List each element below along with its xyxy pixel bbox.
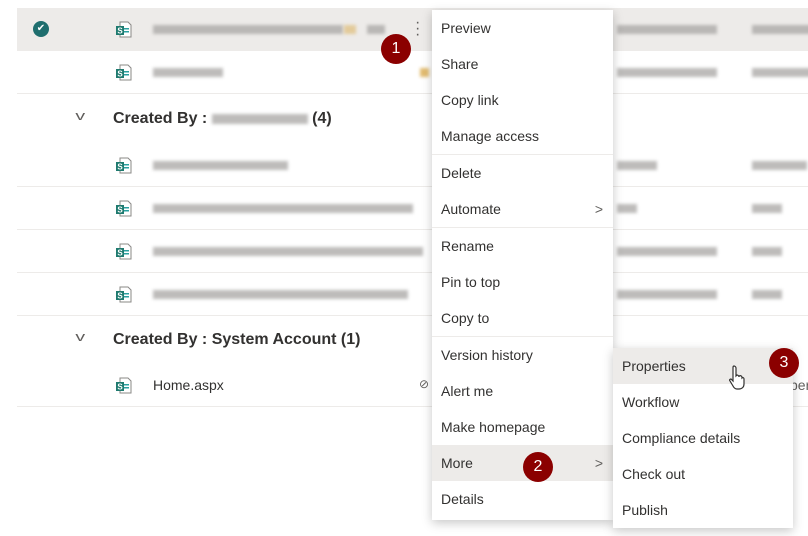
- file-row[interactable]: [17, 51, 808, 94]
- menu-item-make-homepage[interactable]: Make homepage: [432, 409, 613, 445]
- menu-item-copy-to[interactable]: Copy to: [432, 300, 613, 336]
- chevron-right-icon: >: [594, 455, 603, 471]
- chevron-down-icon[interactable]: v: [75, 329, 85, 344]
- menu-item-share[interactable]: Share: [432, 46, 613, 82]
- submenu-item-properties[interactable]: Properties: [613, 348, 793, 384]
- step-badge-1: 1: [381, 34, 411, 64]
- file-row[interactable]: ✔ · · ·: [17, 8, 808, 51]
- redacted-filename: [153, 247, 423, 256]
- sharepoint-page-icon: [115, 64, 132, 81]
- step-badge-3: 3: [769, 348, 799, 378]
- context-menu: Preview Share Copy link Manage access De…: [432, 10, 613, 520]
- sharepoint-page-icon: [115, 286, 132, 303]
- group-label: Created By :: [113, 110, 212, 127]
- redacted-filename: [153, 25, 343, 34]
- redacted-filename: [153, 204, 413, 213]
- menu-item-details[interactable]: Details: [432, 481, 613, 517]
- menu-item-pin-to-top[interactable]: Pin to top: [432, 264, 613, 300]
- sharepoint-page-icon: [115, 21, 132, 38]
- submenu-item-check-out[interactable]: Check out: [613, 456, 793, 492]
- book-icon: [420, 68, 429, 77]
- group-count: (1): [340, 331, 361, 348]
- sharepoint-page-icon: [115, 243, 132, 260]
- redacted-filename: [153, 290, 408, 299]
- menu-item-manage-access[interactable]: Manage access: [432, 118, 613, 154]
- label: Automate: [441, 201, 501, 217]
- redacted-icon: [367, 25, 385, 34]
- sharepoint-page-icon: [115, 377, 132, 394]
- submenu-item-compliance-details[interactable]: Compliance details: [613, 420, 793, 456]
- menu-item-copy-link[interactable]: Copy link: [432, 82, 613, 118]
- chevron-down-icon[interactable]: v: [75, 108, 85, 123]
- file-row[interactable]: [17, 187, 808, 230]
- hand-cursor-icon: [728, 365, 745, 390]
- label: More: [441, 455, 473, 471]
- group-header[interactable]: v Created By : (4): [17, 96, 808, 146]
- file-name[interactable]: Home.aspx: [153, 377, 224, 393]
- redacted-filename: [153, 161, 288, 170]
- redacted-filename: [153, 68, 223, 77]
- more-submenu: Properties Workflow Compliance details C…: [613, 348, 793, 528]
- menu-item-delete[interactable]: Delete: [432, 155, 613, 191]
- submenu-item-publish[interactable]: Publish: [613, 492, 793, 528]
- submenu-item-workflow[interactable]: Workflow: [613, 384, 793, 420]
- menu-item-alert-me[interactable]: Alert me: [432, 373, 613, 409]
- sharepoint-page-icon: [115, 157, 132, 174]
- step-badge-2: 2: [523, 452, 553, 482]
- sharepoint-page-icon: [115, 200, 132, 217]
- menu-item-preview[interactable]: Preview: [432, 10, 613, 46]
- file-row[interactable]: [17, 273, 808, 316]
- redacted-owner: [211, 113, 308, 124]
- redacted-icon: [344, 25, 356, 34]
- menu-item-rename[interactable]: Rename: [432, 228, 613, 264]
- menu-item-automate[interactable]: Automate >: [432, 191, 613, 227]
- menu-item-version-history[interactable]: Version history: [432, 337, 613, 373]
- more-options-icon[interactable]: · · ·: [415, 15, 421, 43]
- group-count: (4): [312, 110, 332, 127]
- shortcut-icon: ⊘: [419, 377, 430, 391]
- file-row[interactable]: [17, 144, 808, 187]
- file-row[interactable]: [17, 230, 808, 273]
- chevron-right-icon: >: [594, 201, 603, 217]
- checkmark-icon[interactable]: ✔: [33, 21, 49, 37]
- group-label: Created By : System Account: [113, 331, 337, 348]
